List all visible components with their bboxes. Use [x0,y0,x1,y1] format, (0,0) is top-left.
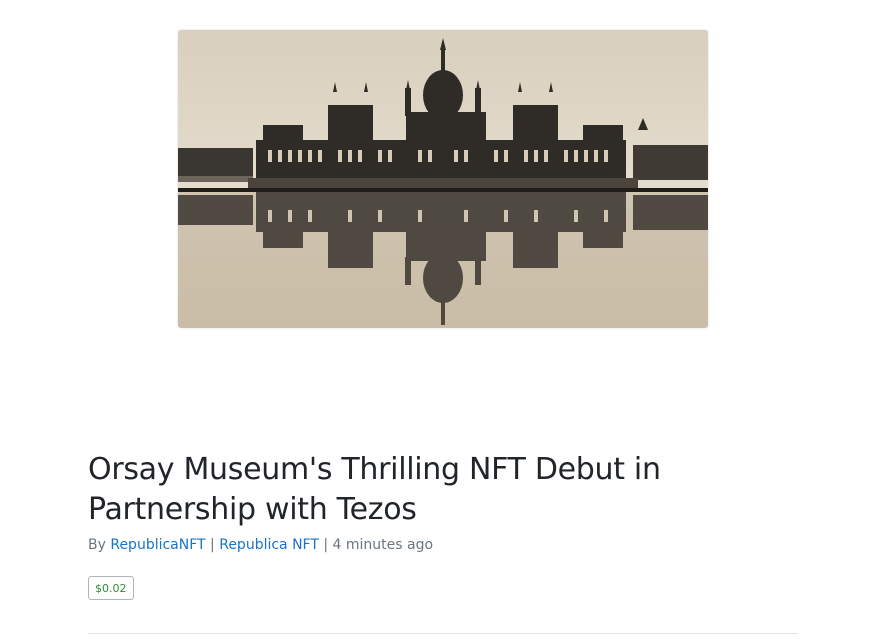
article-page: Orsay Museum's Thrilling NFT Debut in Pa… [0,0,870,639]
publication-link[interactable]: Republica NFT [219,537,319,553]
byline-separator: | [323,537,329,553]
hero-image[interactable] [178,30,708,328]
timestamp: 4 minutes ago [332,537,434,553]
article-title[interactable]: Orsay Museum's Thrilling NFT Debut in Pa… [88,450,788,530]
author-link[interactable]: RepublicaNFT [110,537,205,553]
divider [88,633,798,634]
byline-prefix: By [88,537,106,553]
byline-separator: | [210,537,215,553]
parliament-photo [178,30,708,328]
price-badge[interactable]: $0.02 [88,576,134,600]
byline: By RepublicaNFT | Republica NFT | 4 minu… [88,537,433,553]
